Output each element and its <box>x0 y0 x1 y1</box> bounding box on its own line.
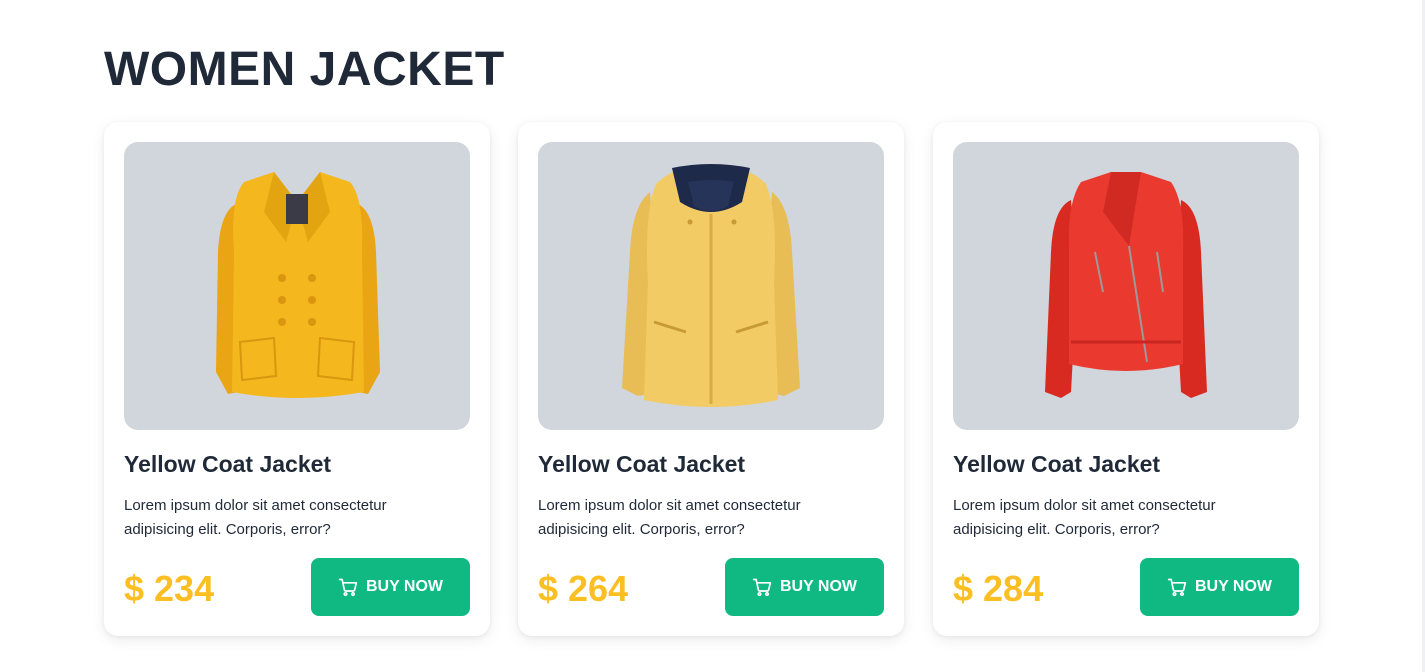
buy-now-label: BUY NOW <box>1194 578 1273 595</box>
product-title: Yellow Coat Jacket <box>953 451 1161 477</box>
product-title: Yellow Coat Jacket <box>538 451 746 477</box>
product-card: Yellow Coat Jacket Lorem ipsum dolor sit… <box>104 122 490 636</box>
buy-now-button[interactable]: BUY NOW <box>311 558 470 616</box>
product-title: Yellow Coat Jacket <box>124 451 332 477</box>
product-description: Lorem ipsum dolor sit amet consectetur a… <box>538 497 801 538</box>
buy-now-label: BUY NOW <box>365 578 444 595</box>
product-page: WOMEN JACKET Yellow Coat Jacket Lorem ip… <box>0 0 1425 672</box>
yellow-hooded-jacket-image <box>622 164 800 407</box>
yellow-coat-jacket-image <box>216 172 380 398</box>
red-leather-jacket-image <box>1045 172 1207 398</box>
product-image <box>953 142 1299 430</box>
product-price: $ 234 <box>124 568 215 609</box>
cart-icon <box>752 577 772 597</box>
product-price: $ 264 <box>538 568 629 609</box>
product-price: $ 284 <box>953 568 1044 609</box>
buy-now-button[interactable]: BUY NOW <box>1140 558 1299 616</box>
product-card: Yellow Coat Jacket Lorem ipsum dolor sit… <box>518 122 904 636</box>
buy-now-label: BUY NOW <box>779 578 858 595</box>
product-image <box>124 142 470 430</box>
cart-icon <box>338 577 358 597</box>
page-title: WOMEN JACKET <box>104 43 505 96</box>
buy-now-button[interactable]: BUY NOW <box>725 558 884 616</box>
product-description: Lorem ipsum dolor sit amet consectetur a… <box>953 497 1216 538</box>
product-image <box>538 142 884 430</box>
product-card: Yellow Coat Jacket Lorem ipsum dolor sit… <box>933 122 1319 636</box>
product-description: Lorem ipsum dolor sit amet consectetur a… <box>124 497 387 538</box>
cart-icon <box>1167 577 1187 597</box>
